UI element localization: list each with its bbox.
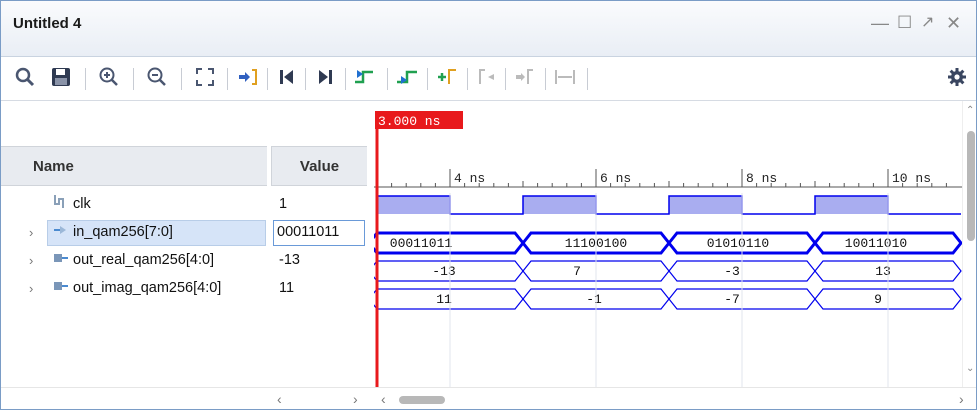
bus-value-label: -7 (724, 292, 740, 307)
bus-value-label: -3 (724, 264, 740, 279)
minimize-icon[interactable]: ― (871, 14, 889, 32)
next-transition-icon[interactable] (393, 63, 421, 91)
previous-transition-icon[interactable] (351, 63, 379, 91)
bus-value-label: 9 (874, 292, 882, 307)
go-to-time-zero-icon[interactable] (273, 63, 301, 91)
zoom-in-icon[interactable] (95, 63, 123, 91)
expand-arrow-icon[interactable]: › (29, 253, 33, 268)
scroll-thumb[interactable] (967, 131, 975, 241)
waveform-canvas[interactable]: 4 ns 6 ns 8 ns 10 ns 00011011 11100100 010101… (374, 101, 962, 387)
waveform-panel[interactable]: 4 ns 6 ns 8 ns 10 ns 00011011 11100100 010101… (374, 101, 962, 387)
value-column-header[interactable]: Value (271, 146, 367, 186)
save-icon[interactable] (47, 63, 75, 91)
go-to-last-time-icon[interactable] (311, 63, 339, 91)
zoom-fit-icon[interactable] (191, 63, 219, 91)
zoom-out-icon[interactable] (143, 63, 171, 91)
next-marker-icon[interactable] (511, 63, 539, 91)
wave-scroll-right-icon[interactable]: › (959, 391, 964, 407)
output-bus-icon (53, 279, 69, 297)
bus-value-label: 7 (573, 264, 581, 279)
input-bus-icon (53, 223, 69, 241)
signal-value: 00011011 (277, 224, 340, 240)
ruler-tick-label: 4 ns (454, 171, 485, 186)
signal-traces: 00011011 11100100 01010110 10011010-13 7 -3 13… (374, 193, 962, 387)
close-icon[interactable]: ✕ (946, 14, 961, 32)
ruler-tick-label: 6 ns (600, 171, 631, 186)
horizontal-scrollbar-row: ‹ › ‹ › (1, 387, 976, 409)
value-scroll-right-icon[interactable]: › (353, 391, 358, 407)
search-icon[interactable] (11, 63, 39, 91)
signal-value: 11 (279, 280, 295, 296)
signal-name: out_real_qam256[4:0] (73, 252, 215, 268)
value-scroll-left-icon[interactable]: ‹ (277, 391, 282, 407)
signal-value: 1 (279, 196, 288, 212)
value-panel: Value 1 00011011 -13 11 (271, 101, 369, 387)
signal-name: out_imag_qam256[4:0] (73, 280, 222, 296)
horizontal-scroll-thumb[interactable] (399, 396, 445, 404)
name-column-header[interactable]: Name (1, 146, 267, 186)
signal-row[interactable]: › out_real_qam256[4:0] (1, 246, 267, 274)
signal-value: -13 (279, 252, 300, 268)
swap-cursors-icon[interactable] (551, 63, 579, 91)
signal-row[interactable]: › out_imag_qam256[4:0] (1, 274, 267, 302)
bus-value-label: -1 (586, 292, 602, 307)
expand-arrow-icon[interactable]: › (29, 281, 33, 296)
clock-high-segment (377, 196, 450, 214)
signal-name-panel: Name clk › in_qam256[7:0] › out_real_qam… (1, 101, 271, 387)
bus-value-label: 01010110 (707, 236, 769, 251)
bus-value-label: 00011011 (390, 236, 453, 251)
signal-row[interactable]: › in_qam256[7:0] (1, 218, 267, 246)
ruler-tick-label: 10 ns (892, 171, 931, 186)
window-title: Untitled 4 (13, 15, 82, 32)
clock-high-segment (669, 196, 742, 214)
ruler-tick-label: 8 ns (746, 171, 777, 186)
signal-name: in_qam256[7:0] (73, 224, 173, 240)
cursor-label: 3.000 ns (378, 114, 440, 129)
time-ruler: 4 ns 6 ns 8 ns 10 ns (374, 169, 962, 188)
expand-arrow-icon[interactable]: › (29, 225, 33, 240)
bus-value-label: 10011010 (845, 236, 907, 251)
wave-scroll-left-icon[interactable]: ‹ (381, 391, 386, 407)
go-to-cursor-icon[interactable] (233, 63, 261, 91)
restore-icon[interactable]: ↗ (921, 14, 934, 32)
clock-high-segment (815, 196, 888, 214)
waveform-window: Untitled 4 ― ☐ ↗ ✕ Name clk › in_qam256[… (0, 0, 977, 410)
signal-row[interactable]: clk (1, 190, 267, 218)
bus-value-label: -13 (432, 264, 455, 279)
toolbar (1, 57, 976, 101)
title-bar: Untitled 4 ― ☐ ↗ ✕ (1, 1, 976, 57)
add-marker-icon[interactable] (433, 63, 461, 91)
output-bus-icon (53, 251, 69, 269)
settings-icon[interactable] (943, 63, 971, 91)
clock-high-segment (523, 196, 596, 214)
previous-marker-icon[interactable] (473, 63, 501, 91)
scroll-up-icon[interactable]: ⌃ (966, 105, 974, 116)
signal-name: clk (73, 196, 91, 212)
scroll-down-icon[interactable]: ⌄ (966, 363, 974, 374)
clock-signal-icon (53, 194, 67, 214)
maximize-icon[interactable]: ☐ (897, 14, 912, 32)
vertical-scrollbar[interactable]: ⌃ ⌄ (962, 101, 976, 387)
